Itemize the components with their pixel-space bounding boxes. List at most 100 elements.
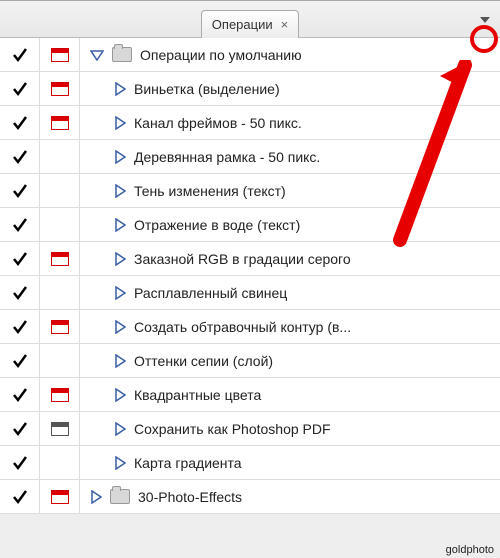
row-content[interactable]: Заказной RGB в градации серого — [80, 242, 500, 275]
disclosure-right-icon — [114, 116, 126, 130]
checkmark-icon — [11, 216, 29, 234]
disclosure-down-icon — [90, 49, 104, 61]
panel-flyout-menu-button[interactable] — [478, 15, 492, 25]
row-content[interactable]: Операции по умолчанию — [80, 38, 500, 71]
dialog-column[interactable] — [40, 242, 80, 275]
toggle-column[interactable] — [0, 412, 40, 445]
action-row[interactable]: Канал фреймов - 50 пикс. — [0, 106, 500, 140]
toggle-column[interactable] — [0, 378, 40, 411]
dialog-column[interactable] — [40, 140, 80, 173]
action-row[interactable]: Карта градиента — [0, 446, 500, 480]
checkmark-icon — [11, 80, 29, 98]
row-label: 30-Photo-Effects — [138, 489, 242, 505]
action-set-row[interactable]: 30-Photo-Effects — [0, 480, 500, 514]
row-content[interactable]: Карта градиента — [80, 446, 500, 479]
disclosure-right-icon — [114, 218, 126, 232]
row-content[interactable]: Отражение в воде (текст) — [80, 208, 500, 241]
toggle-column[interactable] — [0, 344, 40, 377]
action-row[interactable]: Тень изменения (текст) — [0, 174, 500, 208]
watermark-text: goldphoto — [446, 544, 494, 556]
dialog-column[interactable] — [40, 106, 80, 139]
row-label: Сохранить как Photoshop PDF — [134, 421, 331, 437]
action-row[interactable]: Квадрантные цвета — [0, 378, 500, 412]
action-row[interactable]: Деревянная рамка - 50 пикс. — [0, 140, 500, 174]
row-label: Заказной RGB в градации серого — [134, 251, 351, 267]
action-row[interactable]: Сохранить как Photoshop PDF — [0, 412, 500, 446]
row-content[interactable]: 30-Photo-Effects — [80, 480, 500, 513]
toggle-column[interactable] — [0, 72, 40, 105]
toggle-column[interactable] — [0, 276, 40, 309]
dialog-icon — [51, 252, 69, 266]
row-label: Оттенки сепии (слой) — [134, 353, 273, 369]
dialog-column[interactable] — [40, 310, 80, 343]
toggle-column[interactable] — [0, 480, 40, 513]
dialog-icon — [51, 422, 69, 436]
tab-close-icon[interactable]: × — [281, 17, 289, 32]
toggle-column[interactable] — [0, 446, 40, 479]
dialog-column[interactable] — [40, 276, 80, 309]
action-row[interactable]: Заказной RGB в градации серого — [0, 242, 500, 276]
action-row[interactable]: Отражение в воде (текст) — [0, 208, 500, 242]
row-label: Деревянная рамка - 50 пикс. — [134, 149, 320, 165]
dialog-column[interactable] — [40, 480, 80, 513]
dialog-icon — [51, 490, 69, 504]
dialog-column[interactable] — [40, 412, 80, 445]
disclosure-right-icon — [114, 286, 126, 300]
dialog-column[interactable] — [40, 38, 80, 71]
row-content[interactable]: Оттенки сепии (слой) — [80, 344, 500, 377]
dialog-column[interactable] — [40, 208, 80, 241]
row-label: Канал фреймов - 50 пикс. — [134, 115, 302, 131]
checkmark-icon — [11, 420, 29, 438]
checkmark-icon — [11, 182, 29, 200]
row-label: Тень изменения (текст) — [134, 183, 286, 199]
row-label: Виньетка (выделение) — [134, 81, 280, 97]
toggle-column[interactable] — [0, 174, 40, 207]
dialog-column[interactable] — [40, 344, 80, 377]
toggle-column[interactable] — [0, 310, 40, 343]
toggle-column[interactable] — [0, 140, 40, 173]
checkmark-icon — [11, 46, 29, 64]
action-row[interactable]: Создать обтравочный контур (в... — [0, 310, 500, 344]
checkmark-icon — [11, 488, 29, 506]
dialog-column[interactable] — [40, 378, 80, 411]
checkmark-icon — [11, 352, 29, 370]
row-content[interactable]: Сохранить как Photoshop PDF — [80, 412, 500, 445]
row-label: Отражение в воде (текст) — [134, 217, 300, 233]
toggle-column[interactable] — [0, 208, 40, 241]
action-row[interactable]: Оттенки сепии (слой) — [0, 344, 500, 378]
dialog-column[interactable] — [40, 72, 80, 105]
actions-list: Операции по умолчанию Виньетка (выделение… — [0, 38, 500, 514]
action-set-row[interactable]: Операции по умолчанию — [0, 38, 500, 72]
row-content[interactable]: Деревянная рамка - 50 пикс. — [80, 140, 500, 173]
checkmark-icon — [11, 386, 29, 404]
toggle-column[interactable] — [0, 38, 40, 71]
panel-tab-actions[interactable]: Операции × — [201, 10, 299, 38]
checkmark-icon — [11, 318, 29, 336]
folder-icon — [112, 47, 132, 62]
dialog-icon — [51, 388, 69, 402]
row-label: Расплавленный свинец — [134, 285, 287, 301]
checkmark-icon — [11, 284, 29, 302]
disclosure-right-icon — [114, 422, 126, 436]
dialog-column[interactable] — [40, 174, 80, 207]
row-content[interactable]: Тень изменения (текст) — [80, 174, 500, 207]
row-label: Создать обтравочный контур (в... — [134, 319, 351, 335]
row-content[interactable]: Виньетка (выделение) — [80, 72, 500, 105]
row-label: Операции по умолчанию — [140, 47, 302, 63]
row-content[interactable]: Квадрантные цвета — [80, 378, 500, 411]
row-label: Квадрантные цвета — [134, 387, 261, 403]
dialog-icon — [51, 82, 69, 96]
panel-header: Операции × — [0, 0, 500, 38]
toggle-column[interactable] — [0, 242, 40, 275]
dialog-column[interactable] — [40, 446, 80, 479]
checkmark-icon — [11, 454, 29, 472]
action-row[interactable]: Расплавленный свинец — [0, 276, 500, 310]
dialog-icon — [51, 320, 69, 334]
checkmark-icon — [11, 114, 29, 132]
row-content[interactable]: Расплавленный свинец — [80, 276, 500, 309]
action-row[interactable]: Виньетка (выделение) — [0, 72, 500, 106]
toggle-column[interactable] — [0, 106, 40, 139]
disclosure-right-icon — [114, 252, 126, 266]
row-content[interactable]: Создать обтравочный контур (в... — [80, 310, 500, 343]
row-content[interactable]: Канал фреймов - 50 пикс. — [80, 106, 500, 139]
